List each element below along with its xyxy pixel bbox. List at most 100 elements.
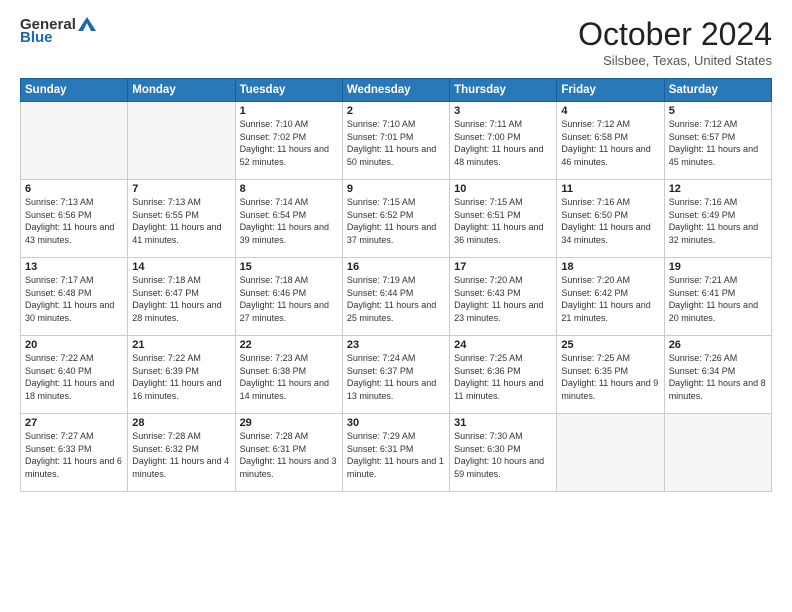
calendar-week-2: 6Sunrise: 7:13 AM Sunset: 6:56 PM Daylig…	[21, 180, 772, 258]
day-info: Sunrise: 7:24 AM Sunset: 6:37 PM Dayligh…	[347, 352, 445, 402]
logo-icon	[78, 17, 96, 31]
calendar-week-4: 20Sunrise: 7:22 AM Sunset: 6:40 PM Dayli…	[21, 336, 772, 414]
day-number: 5	[669, 105, 767, 117]
day-number: 7	[132, 183, 230, 195]
day-number: 22	[240, 339, 338, 351]
calendar-week-3: 13Sunrise: 7:17 AM Sunset: 6:48 PM Dayli…	[21, 258, 772, 336]
day-number: 31	[454, 417, 552, 429]
day-info: Sunrise: 7:22 AM Sunset: 6:39 PM Dayligh…	[132, 352, 230, 402]
calendar-cell: 4Sunrise: 7:12 AM Sunset: 6:58 PM Daylig…	[557, 102, 664, 180]
calendar-cell	[128, 102, 235, 180]
title-block: October 2024 Silsbee, Texas, United Stat…	[578, 16, 772, 68]
calendar-cell: 13Sunrise: 7:17 AM Sunset: 6:48 PM Dayli…	[21, 258, 128, 336]
day-number: 16	[347, 261, 445, 273]
day-number: 15	[240, 261, 338, 273]
day-info: Sunrise: 7:28 AM Sunset: 6:31 PM Dayligh…	[240, 430, 338, 480]
day-number: 2	[347, 105, 445, 117]
day-number: 20	[25, 339, 123, 351]
day-number: 6	[25, 183, 123, 195]
day-number: 1	[240, 105, 338, 117]
day-info: Sunrise: 7:20 AM Sunset: 6:42 PM Dayligh…	[561, 274, 659, 324]
calendar-cell: 28Sunrise: 7:28 AM Sunset: 6:32 PM Dayli…	[128, 414, 235, 492]
day-info: Sunrise: 7:11 AM Sunset: 7:00 PM Dayligh…	[454, 118, 552, 168]
day-number: 17	[454, 261, 552, 273]
calendar-cell: 26Sunrise: 7:26 AM Sunset: 6:34 PM Dayli…	[664, 336, 771, 414]
day-number: 29	[240, 417, 338, 429]
day-info: Sunrise: 7:15 AM Sunset: 6:52 PM Dayligh…	[347, 196, 445, 246]
day-info: Sunrise: 7:20 AM Sunset: 6:43 PM Dayligh…	[454, 274, 552, 324]
calendar-week-1: 1Sunrise: 7:10 AM Sunset: 7:02 PM Daylig…	[21, 102, 772, 180]
calendar-header-tuesday: Tuesday	[235, 79, 342, 102]
day-info: Sunrise: 7:27 AM Sunset: 6:33 PM Dayligh…	[25, 430, 123, 480]
calendar-cell: 10Sunrise: 7:15 AM Sunset: 6:51 PM Dayli…	[450, 180, 557, 258]
calendar-cell	[21, 102, 128, 180]
day-info: Sunrise: 7:16 AM Sunset: 6:49 PM Dayligh…	[669, 196, 767, 246]
page: General Blue October 2024 Silsbee, Texas…	[0, 0, 792, 612]
day-info: Sunrise: 7:13 AM Sunset: 6:55 PM Dayligh…	[132, 196, 230, 246]
month-title: October 2024	[578, 16, 772, 53]
day-number: 14	[132, 261, 230, 273]
day-info: Sunrise: 7:13 AM Sunset: 6:56 PM Dayligh…	[25, 196, 123, 246]
logo: General Blue	[20, 16, 96, 46]
calendar-cell: 11Sunrise: 7:16 AM Sunset: 6:50 PM Dayli…	[557, 180, 664, 258]
day-info: Sunrise: 7:12 AM Sunset: 6:57 PM Dayligh…	[669, 118, 767, 168]
day-number: 10	[454, 183, 552, 195]
calendar-cell	[557, 414, 664, 492]
calendar-header-row: SundayMondayTuesdayWednesdayThursdayFrid…	[21, 79, 772, 102]
day-number: 27	[25, 417, 123, 429]
calendar-cell: 18Sunrise: 7:20 AM Sunset: 6:42 PM Dayli…	[557, 258, 664, 336]
day-info: Sunrise: 7:28 AM Sunset: 6:32 PM Dayligh…	[132, 430, 230, 480]
day-info: Sunrise: 7:23 AM Sunset: 6:38 PM Dayligh…	[240, 352, 338, 402]
day-info: Sunrise: 7:18 AM Sunset: 6:47 PM Dayligh…	[132, 274, 230, 324]
calendar-cell: 8Sunrise: 7:14 AM Sunset: 6:54 PM Daylig…	[235, 180, 342, 258]
calendar-header-friday: Friday	[557, 79, 664, 102]
calendar-cell: 30Sunrise: 7:29 AM Sunset: 6:31 PM Dayli…	[342, 414, 449, 492]
day-number: 9	[347, 183, 445, 195]
day-number: 4	[561, 105, 659, 117]
day-info: Sunrise: 7:14 AM Sunset: 6:54 PM Dayligh…	[240, 196, 338, 246]
day-number: 21	[132, 339, 230, 351]
calendar-cell: 24Sunrise: 7:25 AM Sunset: 6:36 PM Dayli…	[450, 336, 557, 414]
calendar-cell	[664, 414, 771, 492]
calendar-cell: 25Sunrise: 7:25 AM Sunset: 6:35 PM Dayli…	[557, 336, 664, 414]
calendar-cell: 22Sunrise: 7:23 AM Sunset: 6:38 PM Dayli…	[235, 336, 342, 414]
day-number: 18	[561, 261, 659, 273]
day-number: 13	[25, 261, 123, 273]
day-number: 11	[561, 183, 659, 195]
day-info: Sunrise: 7:10 AM Sunset: 7:02 PM Dayligh…	[240, 118, 338, 168]
calendar-header-sunday: Sunday	[21, 79, 128, 102]
calendar-cell: 7Sunrise: 7:13 AM Sunset: 6:55 PM Daylig…	[128, 180, 235, 258]
calendar-cell: 19Sunrise: 7:21 AM Sunset: 6:41 PM Dayli…	[664, 258, 771, 336]
calendar-cell: 1Sunrise: 7:10 AM Sunset: 7:02 PM Daylig…	[235, 102, 342, 180]
calendar-cell: 9Sunrise: 7:15 AM Sunset: 6:52 PM Daylig…	[342, 180, 449, 258]
day-info: Sunrise: 7:21 AM Sunset: 6:41 PM Dayligh…	[669, 274, 767, 324]
calendar-cell: 23Sunrise: 7:24 AM Sunset: 6:37 PM Dayli…	[342, 336, 449, 414]
calendar-header-saturday: Saturday	[664, 79, 771, 102]
calendar-cell: 16Sunrise: 7:19 AM Sunset: 6:44 PM Dayli…	[342, 258, 449, 336]
day-info: Sunrise: 7:10 AM Sunset: 7:01 PM Dayligh…	[347, 118, 445, 168]
day-number: 8	[240, 183, 338, 195]
calendar-cell: 14Sunrise: 7:18 AM Sunset: 6:47 PM Dayli…	[128, 258, 235, 336]
day-number: 24	[454, 339, 552, 351]
calendar-cell: 31Sunrise: 7:30 AM Sunset: 6:30 PM Dayli…	[450, 414, 557, 492]
calendar-header-monday: Monday	[128, 79, 235, 102]
day-info: Sunrise: 7:15 AM Sunset: 6:51 PM Dayligh…	[454, 196, 552, 246]
calendar-cell: 3Sunrise: 7:11 AM Sunset: 7:00 PM Daylig…	[450, 102, 557, 180]
day-number: 12	[669, 183, 767, 195]
calendar-cell: 12Sunrise: 7:16 AM Sunset: 6:49 PM Dayli…	[664, 180, 771, 258]
day-number: 28	[132, 417, 230, 429]
calendar-cell: 27Sunrise: 7:27 AM Sunset: 6:33 PM Dayli…	[21, 414, 128, 492]
calendar-header-wednesday: Wednesday	[342, 79, 449, 102]
day-number: 3	[454, 105, 552, 117]
day-number: 26	[669, 339, 767, 351]
day-info: Sunrise: 7:22 AM Sunset: 6:40 PM Dayligh…	[25, 352, 123, 402]
day-info: Sunrise: 7:16 AM Sunset: 6:50 PM Dayligh…	[561, 196, 659, 246]
day-info: Sunrise: 7:12 AM Sunset: 6:58 PM Dayligh…	[561, 118, 659, 168]
logo-blue: Blue	[20, 29, 53, 46]
calendar-header-thursday: Thursday	[450, 79, 557, 102]
day-info: Sunrise: 7:30 AM Sunset: 6:30 PM Dayligh…	[454, 430, 552, 480]
header: General Blue October 2024 Silsbee, Texas…	[20, 16, 772, 68]
calendar-cell: 5Sunrise: 7:12 AM Sunset: 6:57 PM Daylig…	[664, 102, 771, 180]
day-info: Sunrise: 7:25 AM Sunset: 6:35 PM Dayligh…	[561, 352, 659, 402]
calendar-cell: 6Sunrise: 7:13 AM Sunset: 6:56 PM Daylig…	[21, 180, 128, 258]
